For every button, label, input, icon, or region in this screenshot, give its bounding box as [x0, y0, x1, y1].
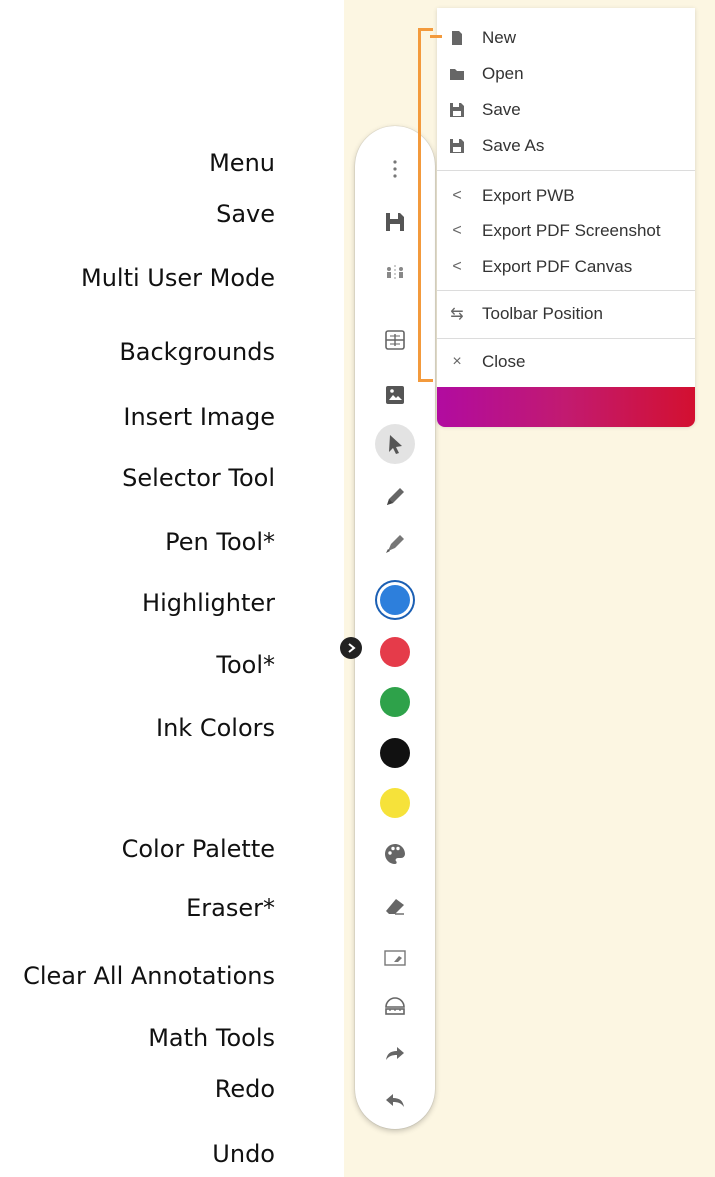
- label-menu: Menu: [209, 149, 275, 177]
- menu-item-export-pdf-screenshot[interactable]: < Export PDF Screenshot: [446, 217, 661, 245]
- menu-divider: [437, 170, 695, 171]
- menu-gradient-bar: [437, 387, 695, 427]
- menu-item-toolbar-position[interactable]: ⇆ Toolbar Position: [446, 300, 603, 328]
- menu-item-label: Toolbar Position: [482, 304, 603, 323]
- image-icon: [386, 386, 404, 404]
- ruler-protractor-icon: [385, 997, 405, 1015]
- label-math-tools: Math Tools: [148, 1024, 275, 1052]
- menu-item-label: New: [482, 28, 517, 47]
- label-multi-user-mode: Multi User Mode: [80, 264, 275, 292]
- ink-color-red[interactable]: [380, 637, 410, 667]
- menu-item-label: Export PWB: [482, 186, 575, 205]
- ink-color-yellow[interactable]: [380, 788, 410, 818]
- undo-arrow-icon: [386, 1094, 404, 1107]
- menu-item-export-pdf-canvas[interactable]: < Export PDF Canvas: [446, 253, 632, 281]
- multi-user-icon: [387, 265, 403, 280]
- highlighter-tool-button[interactable]: [376, 525, 414, 563]
- multi-user-mode-button[interactable]: [376, 253, 414, 291]
- label-undo: Undo: [212, 1140, 275, 1168]
- menu-item-save-as[interactable]: Save As: [446, 132, 544, 160]
- redo-arrow-icon: [386, 1047, 404, 1060]
- label-ink-colors: Ink Colors: [156, 714, 275, 742]
- kebab-menu-icon: [393, 160, 397, 178]
- menu-item-label: Open: [482, 64, 524, 83]
- menu-callout-tick: [430, 35, 442, 38]
- label-redo: Redo: [214, 1075, 275, 1103]
- eraser-button[interactable]: [376, 887, 414, 925]
- selector-tool-button[interactable]: [376, 425, 414, 463]
- menu-callout-bracket: [418, 28, 433, 382]
- ink-color-green[interactable]: [380, 687, 410, 717]
- insert-image-button[interactable]: [376, 376, 414, 414]
- label-save: Save: [216, 200, 275, 228]
- floppy-icon: [386, 213, 404, 231]
- label-insert-image: Insert Image: [123, 403, 275, 431]
- file-icon: [446, 28, 468, 48]
- menu-item-label: Save As: [482, 136, 545, 155]
- label-color-palette: Color Palette: [121, 835, 275, 863]
- label-tool: Tool*: [216, 651, 275, 679]
- menu-item-label: Close: [482, 352, 526, 371]
- clear-all-annotations-button[interactable]: [376, 939, 414, 977]
- undo-button[interactable]: [376, 1083, 414, 1121]
- ink-color-blue[interactable]: [380, 585, 410, 615]
- menu-item-close[interactable]: × Close: [446, 348, 525, 376]
- menu-item-label: Export PDF Screenshot: [482, 221, 661, 240]
- palette-icon: [385, 844, 405, 864]
- menu-item-export-pwb[interactable]: < Export PWB: [446, 182, 575, 210]
- menu-item-open[interactable]: Open: [446, 60, 524, 88]
- save-button[interactable]: [376, 203, 414, 241]
- ink-color-black[interactable]: [380, 738, 410, 768]
- pen-icon: [387, 488, 404, 505]
- folder-icon: [446, 64, 468, 84]
- menu-item-save[interactable]: Save: [446, 96, 521, 124]
- highlighter-icon: [386, 535, 404, 553]
- label-eraser: Eraser*: [186, 894, 275, 922]
- backgrounds-icon: [385, 330, 405, 350]
- clear-page-icon: [384, 950, 406, 966]
- menu-item-label: Export PDF Canvas: [482, 257, 633, 276]
- menu-divider: [437, 338, 695, 339]
- close-icon: ×: [452, 353, 462, 370]
- menu-button[interactable]: [376, 150, 414, 188]
- expand-toolbar-button[interactable]: [340, 637, 362, 659]
- color-palette-button[interactable]: [376, 835, 414, 873]
- menu-item-new[interactable]: New: [446, 24, 516, 52]
- share-icon: <: [452, 187, 462, 204]
- menu-item-label: Save: [482, 100, 521, 119]
- chevron-right-icon: [348, 643, 356, 653]
- eraser-icon: [386, 899, 404, 915]
- redo-button[interactable]: [376, 1036, 414, 1074]
- label-backgrounds: Backgrounds: [119, 338, 275, 366]
- floppy-icon: [446, 100, 468, 120]
- swap-icon: ⇆: [450, 306, 464, 323]
- floppy-icon: [446, 136, 468, 156]
- math-tools-button[interactable]: [376, 986, 414, 1024]
- pen-tool-button[interactable]: [376, 478, 414, 516]
- cursor-arrow-icon: [389, 435, 402, 454]
- menu-divider: [437, 290, 695, 291]
- backgrounds-button[interactable]: [376, 321, 414, 359]
- share-icon: <: [452, 258, 462, 275]
- label-clear-all-annotations: Clear All Annotations: [23, 962, 275, 990]
- label-selector-tool: Selector Tool: [122, 464, 275, 492]
- share-icon: <: [452, 222, 462, 239]
- label-highlighter: Highlighter: [142, 589, 275, 617]
- label-pen-tool: Pen Tool*: [165, 528, 275, 556]
